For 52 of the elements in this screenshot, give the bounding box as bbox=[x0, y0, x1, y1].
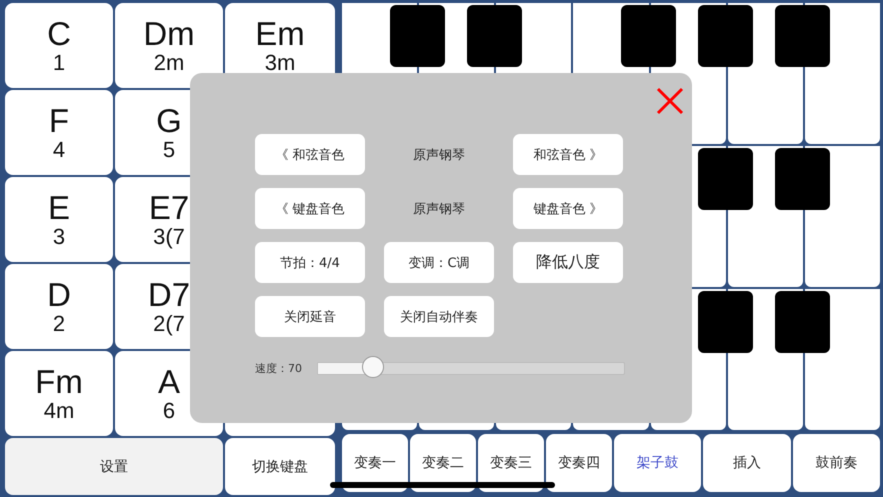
chord-pad[interactable]: E 3 bbox=[5, 177, 113, 262]
chord-name: D7 bbox=[148, 278, 190, 312]
chord-name: A bbox=[158, 364, 180, 398]
variation-button[interactable]: 变奏三 bbox=[478, 434, 544, 492]
chord-number: 2(7 bbox=[153, 312, 185, 336]
drum-button[interactable]: 插入 bbox=[703, 434, 791, 492]
chord-pad[interactable]: F 4 bbox=[5, 90, 113, 175]
dialog-button[interactable]: 变调：C调 bbox=[384, 242, 494, 283]
close-icon[interactable] bbox=[656, 87, 684, 115]
speed-label: 速度：70 bbox=[255, 360, 303, 376]
dialog-button[interactable]: 《 和弦音色 bbox=[255, 134, 365, 175]
drum-button[interactable]: 架子鼓 bbox=[614, 434, 702, 492]
speed-slider[interactable] bbox=[317, 356, 625, 380]
settings-button[interactable]: 设置 bbox=[5, 438, 223, 495]
dialog-button[interactable]: 节拍：4/4 bbox=[255, 242, 365, 283]
chord-number: 4 bbox=[52, 138, 66, 162]
chord-name: F bbox=[48, 104, 70, 138]
chord-number: 5 bbox=[162, 138, 176, 162]
switch-keyboard-button[interactable]: 切换键盘 bbox=[225, 438, 335, 495]
timbre-label: 原声钢琴 bbox=[412, 146, 466, 164]
variation-button[interactable]: 变奏一 bbox=[342, 434, 408, 492]
dialog-button[interactable]: 和弦音色 》 bbox=[513, 134, 623, 175]
chord-name: E bbox=[48, 190, 70, 224]
chord-pad[interactable]: Fm 4m bbox=[5, 351, 113, 436]
dialog-button[interactable]: 关闭自动伴奏 bbox=[384, 296, 494, 337]
dialog-button[interactable]: 《 键盘音色 bbox=[255, 188, 365, 229]
chord-number: 6 bbox=[162, 398, 176, 422]
chord-name: Em bbox=[255, 16, 305, 50]
chord-number: 1 bbox=[52, 50, 66, 74]
dialog-button[interactable]: 关闭延音 bbox=[255, 296, 365, 337]
chord-number: 2 bbox=[52, 312, 66, 336]
chord-number: 3(7 bbox=[153, 224, 185, 248]
chord-number: 3 bbox=[52, 224, 66, 248]
variation-button[interactable]: 变奏二 bbox=[410, 434, 476, 492]
chord-number: 4m bbox=[44, 398, 74, 422]
dialog-button[interactable]: 键盘音色 》 bbox=[513, 188, 623, 229]
chord-name: Dm bbox=[143, 16, 195, 50]
chord-name: D bbox=[47, 278, 71, 312]
chord-name: E7 bbox=[148, 190, 190, 224]
slider-thumb[interactable] bbox=[362, 356, 384, 378]
chord-pad[interactable]: C 1 bbox=[5, 3, 113, 88]
chord-pad[interactable]: D 2 bbox=[5, 264, 113, 349]
drum-button[interactable]: 鼓前奏 bbox=[792, 434, 880, 492]
chord-number: 3m bbox=[264, 50, 296, 74]
chord-name: Fm bbox=[35, 364, 83, 398]
chord-name: G bbox=[156, 104, 182, 138]
dialog-button[interactable]: 降低八度 bbox=[513, 242, 623, 283]
chord-pad[interactable]: Dm 2m bbox=[115, 3, 223, 88]
chord-name: C bbox=[47, 16, 71, 50]
chord-number: 2m bbox=[154, 50, 184, 74]
variation-button[interactable]: 变奏四 bbox=[546, 434, 612, 492]
timbre-label: 原声钢琴 bbox=[412, 200, 466, 218]
